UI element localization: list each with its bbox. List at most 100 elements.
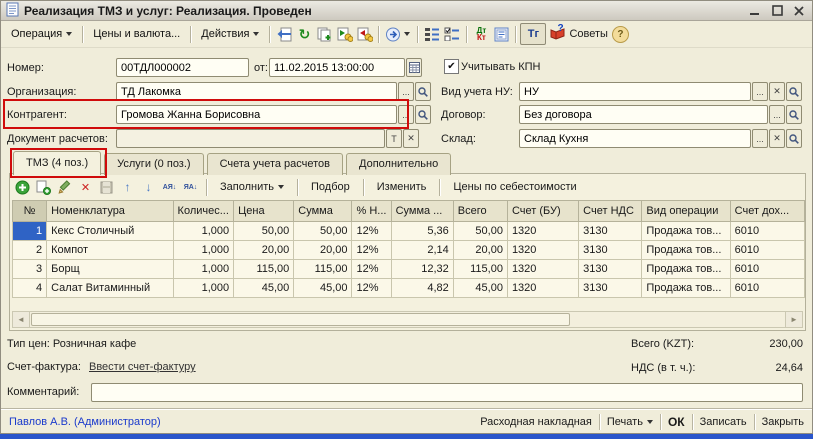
contract-open-button[interactable]	[786, 105, 802, 124]
grid-row[interactable]: 3Борщ1,000115,00115,0012%12,32115,001320…	[13, 260, 805, 279]
grid-header-cell[interactable]: Счет НДС	[579, 201, 642, 222]
scroll-right-button[interactable]: ►	[785, 312, 802, 327]
grid-cell[interactable]: 1,000	[173, 279, 234, 298]
doc-coins-out-icon[interactable]	[354, 25, 374, 43]
settlement-doc-type-button[interactable]: Т	[386, 129, 402, 148]
contract-select-button[interactable]: ...	[769, 105, 785, 124]
grid-header-cell[interactable]: Сумма ...	[391, 201, 453, 222]
grid-cell[interactable]: 45,00	[453, 279, 507, 298]
horizontal-scrollbar[interactable]: ◄ ►	[12, 311, 803, 328]
grid-cell[interactable]: 115,00	[234, 260, 294, 279]
operation-menu-button[interactable]: Операция	[5, 25, 78, 43]
minimize-button[interactable]	[747, 4, 763, 18]
grid-cell[interactable]: 4,82	[391, 279, 453, 298]
print-menu-button[interactable]: Печать	[607, 416, 653, 428]
ok-button[interactable]: ОК	[668, 415, 685, 429]
grid-cell[interactable]: 45,00	[234, 279, 294, 298]
current-user-link[interactable]: Павлов А.В. (Администратор)	[9, 416, 161, 428]
prices-currency-button[interactable]: Цены и валюта...	[87, 25, 186, 43]
grid-cell[interactable]: 3130	[579, 260, 642, 279]
grid-cell[interactable]: Салат Витаминный	[47, 279, 173, 298]
grid-cell[interactable]: 3130	[579, 279, 642, 298]
tab-tmz[interactable]: ТМЗ (4 поз.)	[13, 151, 101, 175]
move-up-button[interactable]: ↑	[118, 179, 137, 196]
nu-open-button[interactable]	[786, 82, 802, 101]
copy-row-button[interactable]	[34, 179, 53, 196]
close-form-button[interactable]: Закрыть	[762, 416, 804, 428]
grid-cell[interactable]: 45,00	[294, 279, 352, 298]
grid-header-cell[interactable]: Сумма	[294, 201, 352, 222]
grid-cell[interactable]: 6010	[730, 241, 804, 260]
grid-cell[interactable]: 20,00	[453, 241, 507, 260]
grid-header-cell[interactable]: №	[13, 201, 47, 222]
tenge-toggle-button[interactable]: Тг	[520, 23, 546, 45]
settlement-doc-clear-button[interactable]: ✕	[403, 129, 419, 148]
advice-button[interactable]: ? Советы	[546, 26, 611, 43]
grid-cell[interactable]: 5,36	[391, 222, 453, 241]
help-icon[interactable]: ?	[612, 26, 629, 43]
warehouse-input[interactable]	[519, 129, 751, 148]
sort-asc-button[interactable]: АЯ↓	[160, 179, 179, 196]
fill-menu-button[interactable]: Заполнить	[213, 180, 291, 194]
grid-cell[interactable]: 4	[13, 279, 47, 298]
contractor-input[interactable]	[116, 105, 397, 124]
number-input[interactable]	[116, 58, 249, 77]
grid-cell[interactable]: 20,00	[294, 241, 352, 260]
grid-cell[interactable]: 3130	[579, 241, 642, 260]
grid-cell[interactable]: 1	[13, 222, 47, 241]
warehouse-select-button[interactable]: ...	[752, 129, 768, 148]
actions-menu-button[interactable]: Действия	[195, 25, 265, 43]
comment-input[interactable]	[91, 383, 803, 402]
contract-input[interactable]	[519, 105, 768, 124]
grid-cell[interactable]: 6010	[730, 260, 804, 279]
grid-cell[interactable]: Компот	[47, 241, 173, 260]
grid-cell[interactable]: Продажа тов...	[642, 260, 730, 279]
move-down-button[interactable]: ↓	[139, 179, 158, 196]
grid-cell[interactable]: 1,000	[173, 241, 234, 260]
refresh-icon[interactable]: ↻	[294, 25, 314, 43]
grid-header-cell[interactable]: Счет (БУ)	[507, 201, 578, 222]
enter-invoice-link[interactable]: Ввести счет-фактуру	[89, 361, 196, 373]
doc-type-button[interactable]: Расходная накладная	[480, 416, 592, 428]
change-button[interactable]: Изменить	[370, 180, 434, 194]
grid-row[interactable]: 1Кекс Столичный1,00050,0050,0012%5,3650,…	[13, 222, 805, 241]
nu-input[interactable]	[519, 82, 751, 101]
grid-cell[interactable]: Продажа тов...	[642, 279, 730, 298]
debit-credit-icon[interactable]: ДтКт	[471, 25, 491, 43]
grid-cell[interactable]: 1,000	[173, 260, 234, 279]
grid-header-cell[interactable]: Всего	[453, 201, 507, 222]
maximize-button[interactable]	[769, 4, 785, 18]
pick-button[interactable]: Подбор	[304, 180, 357, 194]
grid-cell[interactable]: 1320	[507, 260, 578, 279]
grid-header-cell[interactable]: Вид операции	[642, 201, 730, 222]
grid-header-cell[interactable]: Количес...	[173, 201, 234, 222]
calendar-button[interactable]	[406, 58, 422, 77]
grid-cell[interactable]: Кекс Столичный	[47, 222, 173, 241]
grid-cell[interactable]: 6010	[730, 222, 804, 241]
document-structure-icon[interactable]	[422, 25, 442, 43]
post-document-icon[interactable]	[274, 25, 294, 43]
grid-cell[interactable]: 12%	[352, 279, 391, 298]
grid-cell[interactable]: 2,14	[391, 241, 453, 260]
cost-prices-button[interactable]: Цены по себестоимости	[446, 180, 583, 194]
grid-header-cell[interactable]: Счет дох...	[730, 201, 804, 222]
grid-header-cell[interactable]: Цена	[234, 201, 294, 222]
grid-cell[interactable]: 50,00	[453, 222, 507, 241]
grid-cell[interactable]: 1320	[507, 241, 578, 260]
warehouse-clear-button[interactable]: ✕	[769, 129, 785, 148]
go-to-button[interactable]	[383, 25, 413, 43]
copy-add-icon[interactable]	[314, 25, 334, 43]
add-row-button[interactable]	[13, 179, 32, 196]
close-button[interactable]	[791, 4, 807, 18]
grid-header-cell[interactable]: Номенклатура	[47, 201, 173, 222]
grid-row[interactable]: 4Салат Витаминный1,00045,0045,0012%4,824…	[13, 279, 805, 298]
date-input[interactable]	[269, 58, 405, 77]
scroll-left-button[interactable]: ◄	[13, 312, 30, 327]
grid-cell[interactable]: 115,00	[294, 260, 352, 279]
scrollbar-track[interactable]	[571, 312, 785, 327]
grid-cell[interactable]: 12,32	[391, 260, 453, 279]
warehouse-open-button[interactable]	[786, 129, 802, 148]
tab-additional[interactable]: Дополнительно	[346, 153, 451, 175]
organization-input[interactable]	[116, 82, 397, 101]
tab-settlement-accounts[interactable]: Счета учета расчетов	[207, 153, 343, 175]
